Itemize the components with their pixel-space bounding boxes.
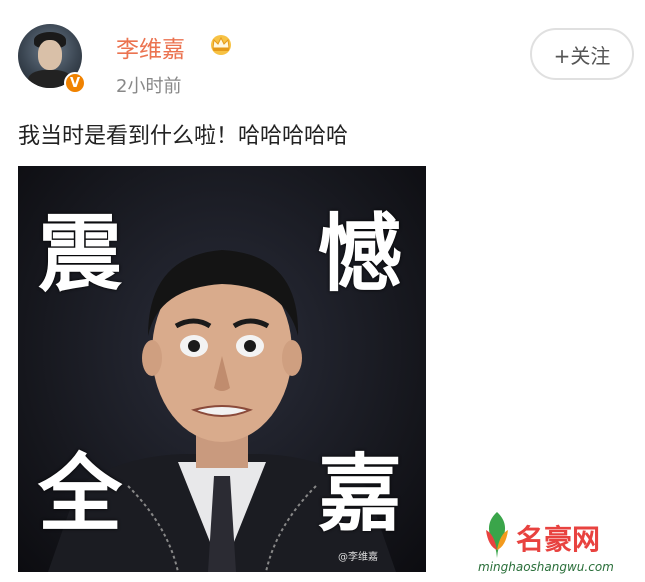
site-watermark-name: 名豪网 (516, 523, 601, 556)
site-watermark-url: minghaoshangwu.com (478, 560, 614, 574)
meme-image[interactable]: 震 憾 全 嘉 @李维嘉 (18, 166, 426, 572)
follow-button[interactable]: +关注 (530, 28, 634, 80)
avatar-face (38, 40, 62, 70)
meme-char-bottom-left: 全 (38, 444, 123, 543)
post-time: 2小时前 (116, 76, 182, 97)
post-text: 我当时是看到什么啦！哈哈哈哈哈 (18, 124, 349, 149)
meme-char-top-right: 憾 (318, 204, 403, 303)
crown-icon (211, 35, 231, 55)
username[interactable]: 李维嘉 (116, 30, 185, 64)
meme-watermark: @李维嘉 (338, 552, 378, 563)
site-logo-icon (486, 512, 508, 558)
meme-char-top-left: 震 (38, 204, 123, 303)
meme-char-bottom-right: 嘉 (318, 444, 403, 543)
verified-icon: V (64, 72, 86, 94)
